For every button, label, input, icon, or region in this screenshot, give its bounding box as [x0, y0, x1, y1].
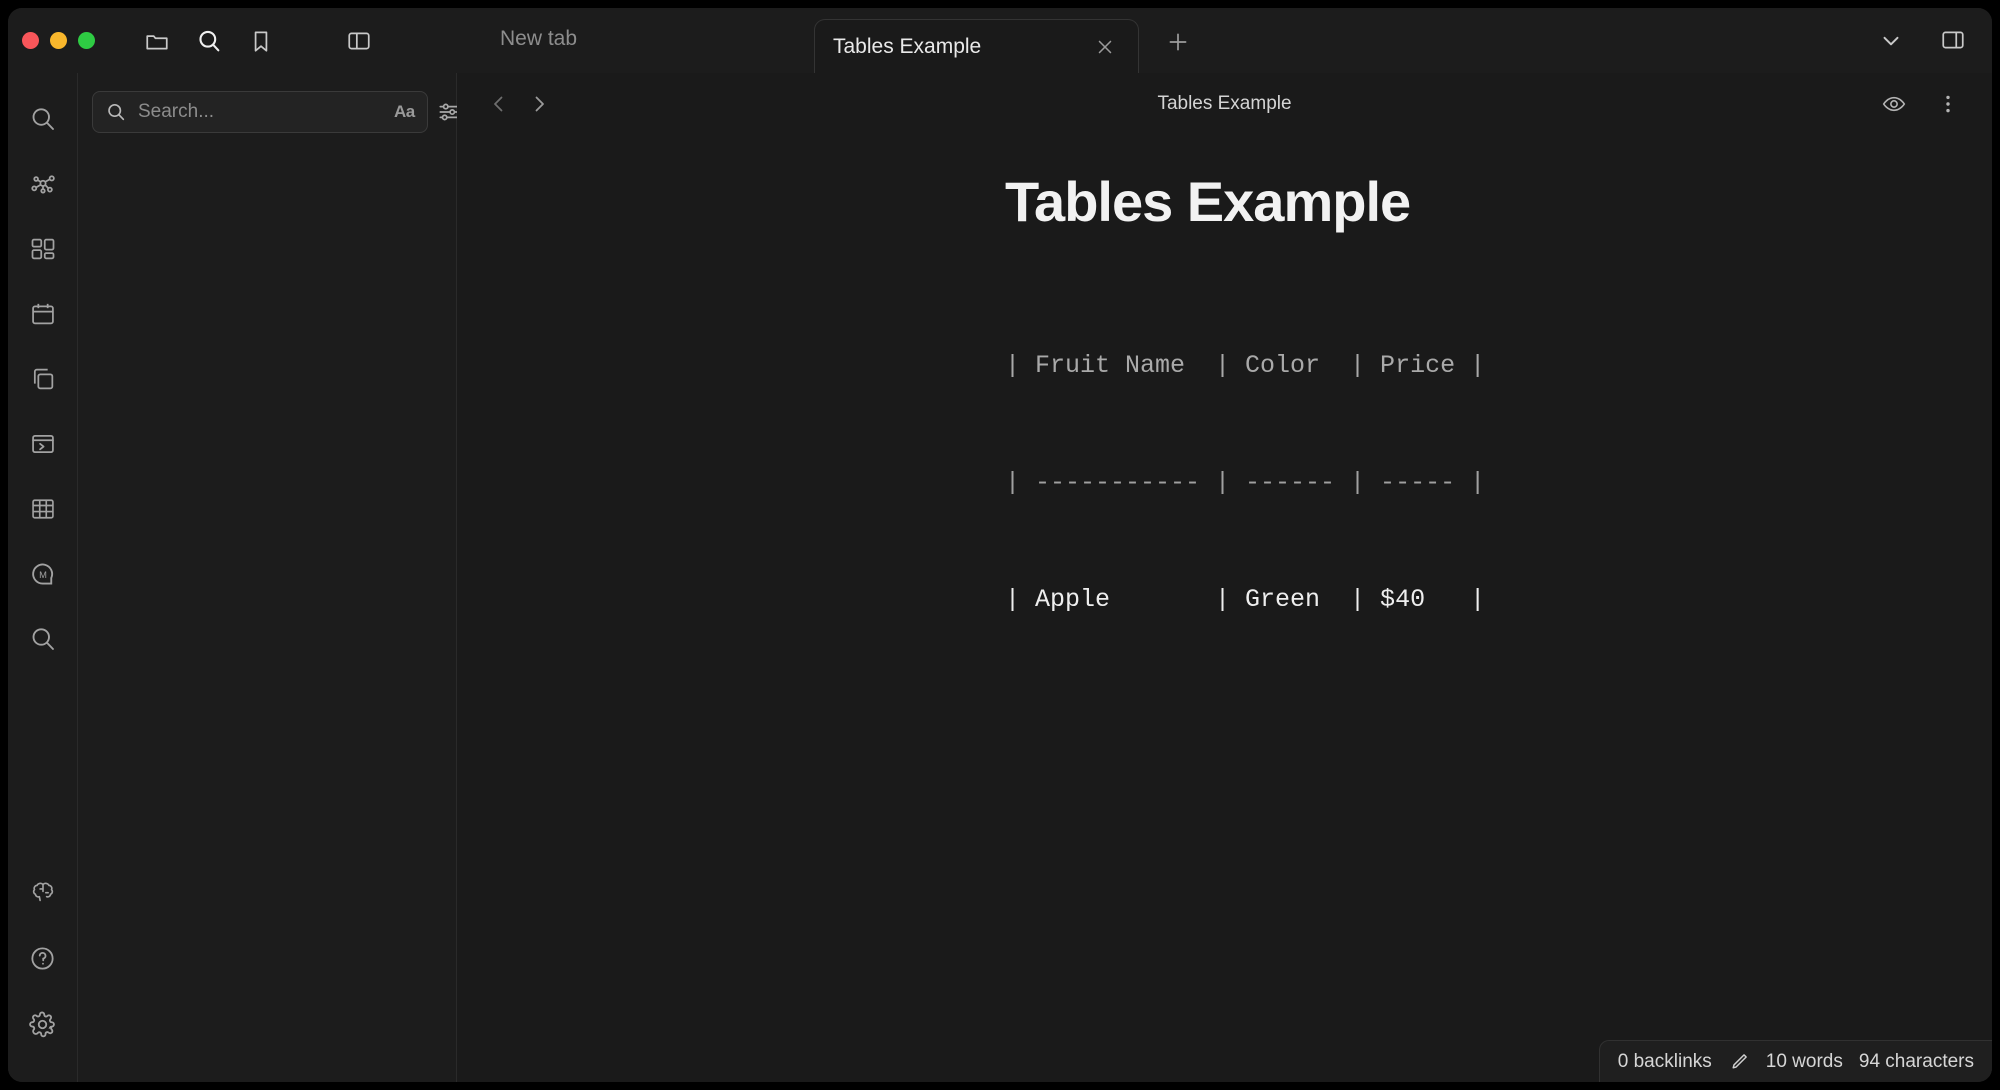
search-panel: Aa — [78, 73, 459, 1082]
search-icon[interactable] — [183, 16, 235, 66]
tab-tables-example[interactable]: Tables Example — [814, 19, 1139, 73]
search-box[interactable]: Aa — [92, 91, 428, 133]
content-header-actions — [1872, 82, 1970, 126]
right-sidebar-toggle-icon[interactable] — [1930, 17, 1976, 63]
rail-item-table-icon[interactable] — [17, 483, 69, 535]
left-sidebar-toggle-icon[interactable] — [333, 16, 385, 66]
tab-label: Tables Example — [833, 34, 982, 58]
character-count: 94 characters — [1858, 1050, 1974, 1072]
app-body: M Search... Aa Tables Example Tables Exa… — [8, 73, 1992, 1082]
eye-icon[interactable] — [1872, 82, 1916, 126]
pencil-icon[interactable] — [1728, 1051, 1750, 1073]
new-tab-button[interactable] — [1160, 24, 1196, 60]
search-input[interactable] — [138, 101, 383, 123]
svg-text:M: M — [39, 570, 47, 580]
titlebar-left-group — [8, 8, 385, 73]
minimize-window-button[interactable] — [50, 32, 67, 49]
rail-item-terminal-window-icon[interactable] — [17, 418, 69, 470]
traffic-lights — [22, 32, 131, 49]
new-tab-label[interactable]: New tab — [500, 27, 577, 51]
search-panel-toolbar: Aa — [78, 91, 459, 133]
app-window: New tab Tables Example M Search... Aa Ta… — [8, 8, 1992, 1082]
rail-item-blocks-icon[interactable] — [17, 223, 69, 275]
rail-item-m-circle-icon[interactable]: M — [17, 548, 69, 600]
backlinks-count[interactable]: 0 backlinks — [1618, 1051, 1712, 1073]
icon-rail: M — [8, 73, 78, 1082]
content-header: Tables Example — [457, 73, 1992, 135]
rail-bottom-group — [17, 866, 69, 1082]
breadcrumb: Tables Example — [1157, 93, 1292, 114]
rail-item-layers-icon[interactable] — [17, 353, 69, 405]
chevron-down-icon[interactable] — [1868, 17, 1914, 63]
markdown-table[interactable]: | Fruit Name | Color | Price | | -------… — [1005, 268, 1992, 697]
bookmark-icon[interactable] — [235, 16, 287, 66]
document-view[interactable]: Tables Example | Fruit Name | Color | Pr… — [457, 135, 1992, 1082]
rail-item-gear-icon[interactable] — [17, 998, 69, 1050]
rail-item-graph-icon[interactable] — [17, 158, 69, 210]
more-vertical-icon[interactable] — [1926, 82, 1970, 126]
table-row: | Apple | Green | $40 | — [1005, 584, 1486, 614]
status-bar: 0 backlinks 10 words 94 characters — [1598, 1040, 1992, 1082]
rail-item-search[interactable] — [17, 93, 69, 145]
title-bar: New tab Tables Example — [8, 8, 1992, 73]
forward-button[interactable] — [519, 84, 559, 124]
document-inner: Tables Example | Fruit Name | Color | Pr… — [457, 170, 1992, 697]
close-window-button[interactable] — [22, 32, 39, 49]
rail-item-omnisearch-icon[interactable] — [17, 613, 69, 665]
page-title: Tables Example — [1005, 170, 1411, 233]
titlebar-right-group — [1868, 17, 1976, 63]
rail-item-calendar-icon[interactable] — [17, 288, 69, 340]
maximize-window-button[interactable] — [78, 32, 95, 49]
table-header-row: | Fruit Name | Color | Price | — [1005, 350, 1486, 380]
folder-icon[interactable] — [131, 16, 183, 66]
rail-item-brain-icon[interactable] — [17, 866, 69, 918]
main-content: Tables Example Tables Example | Fruit Na… — [457, 73, 1992, 1082]
back-button[interactable] — [479, 84, 519, 124]
match-case-toggle[interactable]: Aa — [394, 102, 415, 122]
table-separator-row: | ----------- | ------ | ----- | — [1005, 467, 1486, 497]
word-count: 10 words — [1765, 1050, 1843, 1072]
rail-item-question-circle-icon[interactable] — [17, 932, 69, 984]
close-icon[interactable] — [1090, 32, 1120, 62]
search-icon — [105, 101, 127, 123]
